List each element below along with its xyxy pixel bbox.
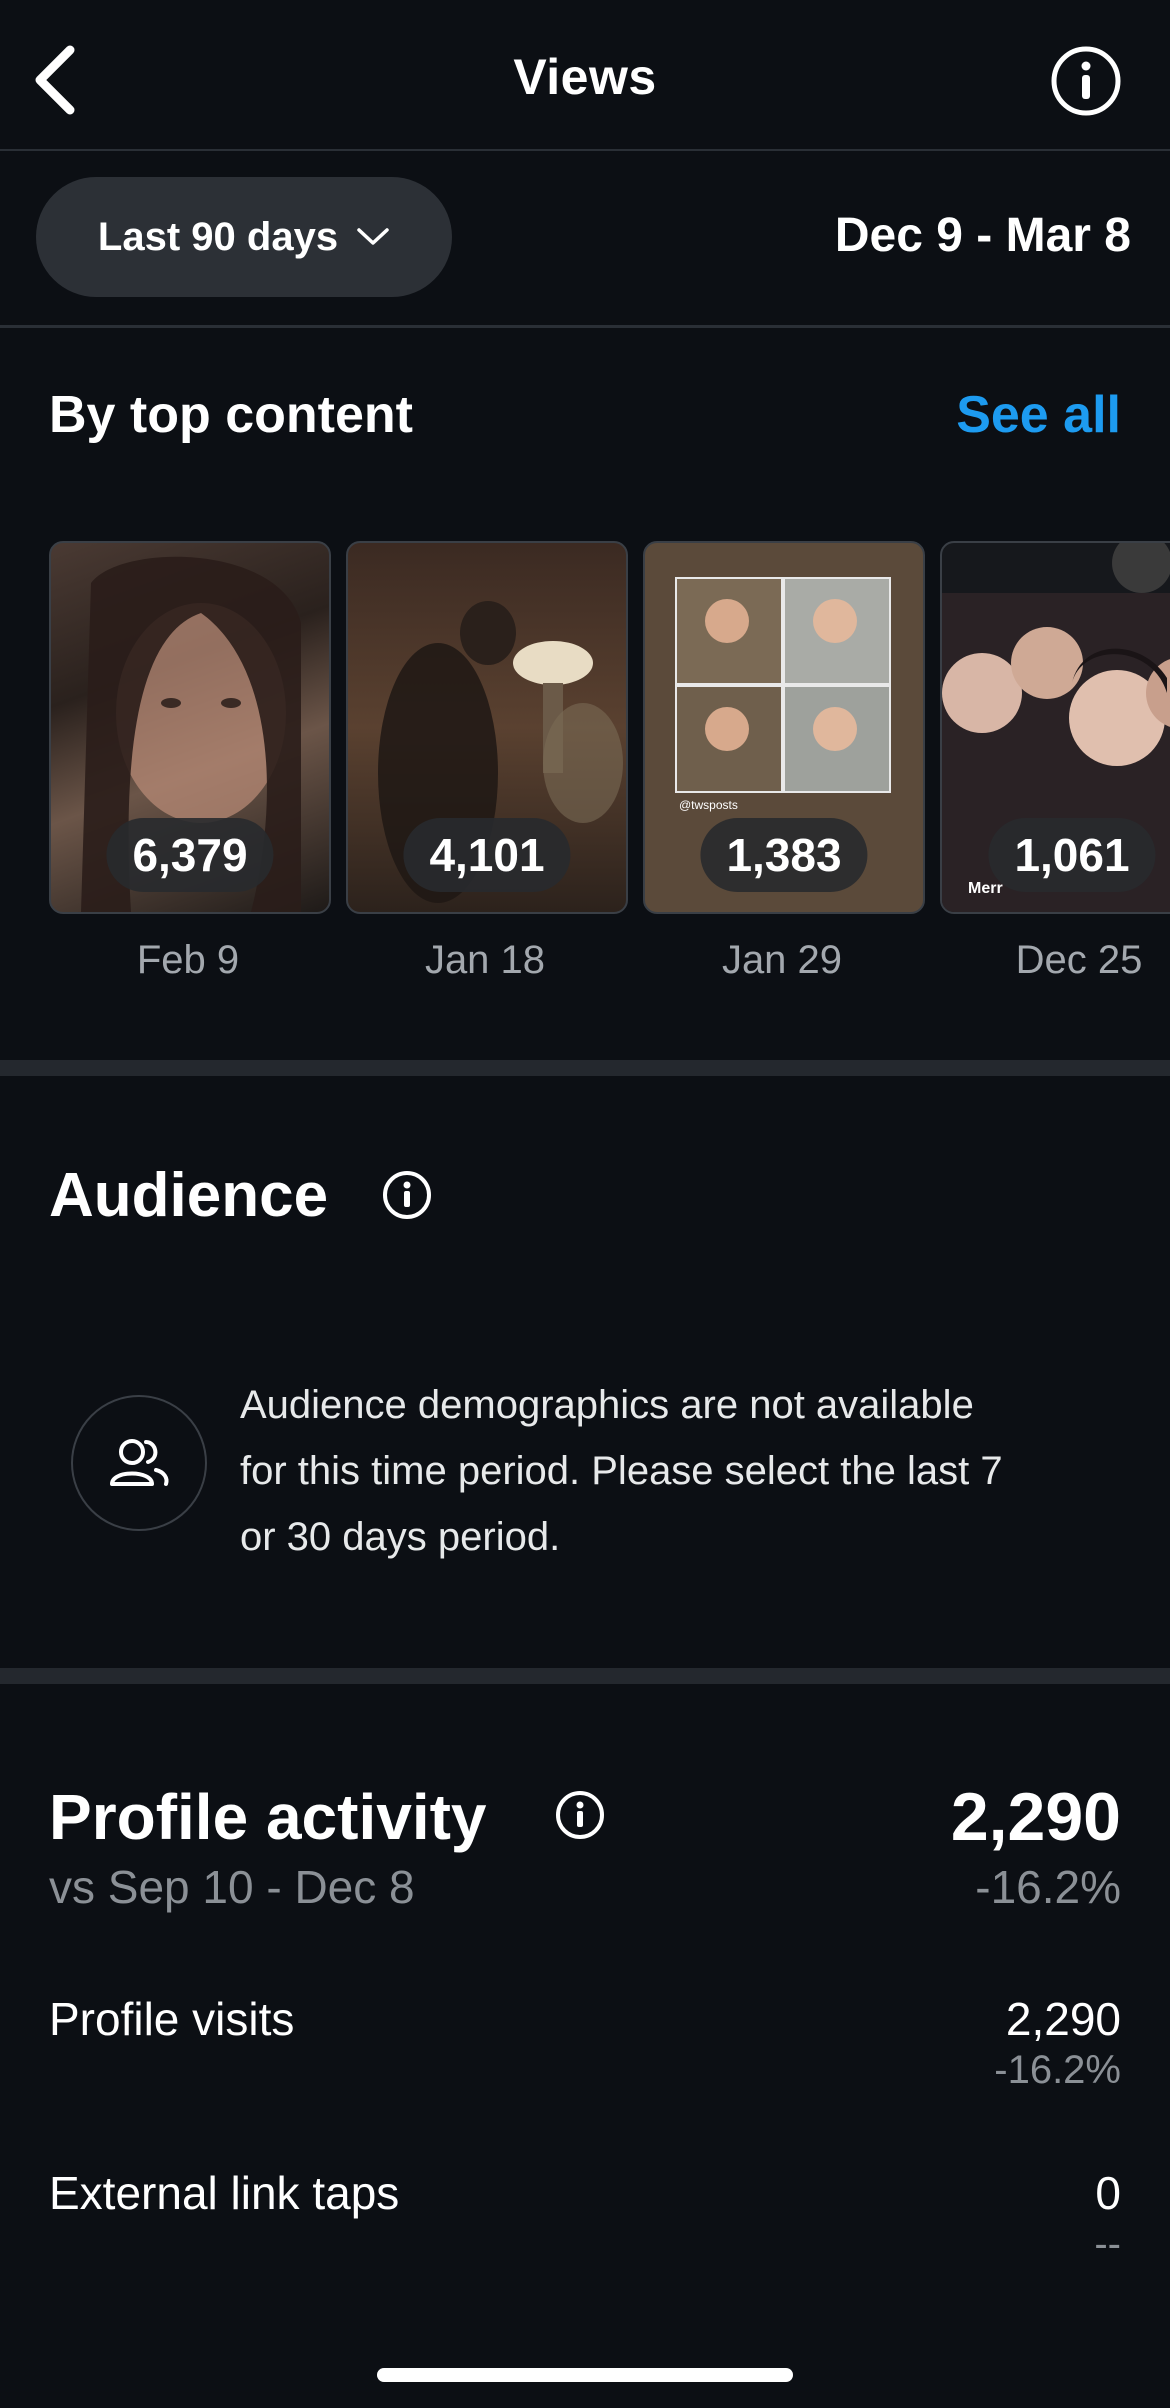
filter-divider bbox=[0, 325, 1170, 328]
stat-label: Profile visits bbox=[49, 1993, 295, 2045]
card-date: Jan 29 bbox=[721, 938, 843, 982]
profile-activity-info-button[interactable] bbox=[555, 1790, 605, 1840]
stat-change: -- bbox=[1094, 2222, 1121, 2266]
top-content-card[interactable]: 4,101 bbox=[346, 541, 628, 914]
date-range-text: Dec 9 - Mar 8 bbox=[834, 209, 1131, 262]
comparison-period: vs Sep 10 - Dec 8 bbox=[49, 1861, 415, 1913]
date-range-dropdown[interactable]: Last 90 days bbox=[36, 177, 452, 297]
top-content-card[interactable]: @twsposts 1,383 bbox=[643, 541, 925, 914]
audience-title: Audience bbox=[49, 1161, 329, 1230]
profile-activity-change: -16.2% bbox=[975, 1861, 1121, 1913]
section-divider bbox=[0, 1668, 1170, 1684]
card-views: 1,061 bbox=[988, 818, 1156, 892]
info-icon bbox=[383, 1171, 431, 1219]
chevron-down-icon bbox=[357, 228, 389, 245]
page-title: Views bbox=[513, 49, 657, 105]
card-views: 4,101 bbox=[403, 818, 571, 892]
card-views: 6,379 bbox=[106, 818, 274, 892]
card-caption: @twsposts bbox=[679, 798, 738, 812]
stat-change: -16.2% bbox=[994, 2048, 1121, 2092]
home-indicator[interactable] bbox=[377, 2368, 793, 2382]
card-date: Jan 18 bbox=[424, 938, 546, 982]
info-button[interactable] bbox=[1050, 45, 1122, 117]
date-range-dropdown-label: Last 90 days bbox=[97, 214, 339, 259]
users-icon bbox=[110, 1439, 169, 1486]
section-divider bbox=[0, 1060, 1170, 1076]
see-all-link[interactable]: See all bbox=[956, 385, 1121, 445]
profile-activity-title: Profile activity bbox=[49, 1781, 487, 1853]
stat-label: External link taps bbox=[49, 2167, 400, 2219]
audience-unavailable-message: Audience demographics are not available … bbox=[240, 1383, 1003, 1559]
top-content-card[interactable]: 6,379 bbox=[49, 541, 331, 914]
top-content-title: By top content bbox=[49, 386, 413, 444]
card-views: 1,383 bbox=[700, 818, 868, 892]
top-content-card[interactable]: Merr 1,061 bbox=[940, 541, 1170, 914]
audience-icon-wrapper bbox=[71, 1395, 207, 1531]
audience-info-button[interactable] bbox=[382, 1170, 432, 1220]
top-bar: Views bbox=[0, 0, 1170, 150]
profile-activity-total: 2,290 bbox=[950, 1779, 1121, 1855]
info-icon bbox=[1051, 46, 1121, 116]
stat-value: 0 bbox=[1095, 2167, 1121, 2219]
stat-value: 2,290 bbox=[1005, 1993, 1121, 2045]
header-divider bbox=[0, 149, 1170, 151]
info-icon bbox=[556, 1791, 604, 1839]
card-caption: Merr bbox=[968, 880, 1003, 897]
card-date: Dec 25 bbox=[1015, 938, 1143, 982]
card-date: Feb 9 bbox=[136, 938, 240, 982]
